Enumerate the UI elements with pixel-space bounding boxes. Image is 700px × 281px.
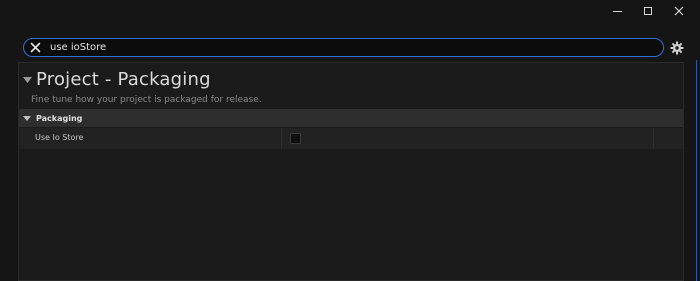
category-header-packaging[interactable]: Packaging [19, 109, 683, 127]
category-label: Packaging [36, 113, 83, 123]
minimize-icon [612, 10, 622, 12]
use-io-store-checkbox[interactable] [290, 133, 301, 144]
gear-icon [670, 41, 683, 54]
search-box [23, 38, 664, 57]
close-window-button[interactable] [666, 0, 692, 22]
maximize-button[interactable] [635, 0, 661, 22]
minimize-button[interactable] [604, 0, 630, 22]
section-description: Fine tune how your project is packaged f… [31, 95, 262, 105]
chevron-down-icon [23, 76, 32, 83]
chevron-down-icon [23, 115, 31, 121]
title-bar [0, 0, 700, 22]
details-panel: Project - Packaging Fine tune how your p… [18, 62, 684, 281]
property-label: Use Io Store [35, 133, 84, 142]
section-title: Project - Packaging [36, 69, 211, 90]
close-icon [674, 6, 684, 16]
column-divider [653, 128, 654, 149]
property-row-use-io-store: Use Io Store [19, 128, 683, 150]
clear-search-button[interactable] [25, 39, 45, 56]
section-header[interactable]: Project - Packaging [23, 69, 211, 90]
editor-window: Project - Packaging Fine tune how your p… [0, 0, 700, 281]
column-divider [281, 128, 282, 149]
maximize-icon [644, 7, 652, 15]
settings-button[interactable] [668, 39, 685, 56]
scrollbar-edge [696, 60, 697, 281]
close-icon [30, 42, 40, 53]
search-input[interactable] [45, 40, 663, 55]
